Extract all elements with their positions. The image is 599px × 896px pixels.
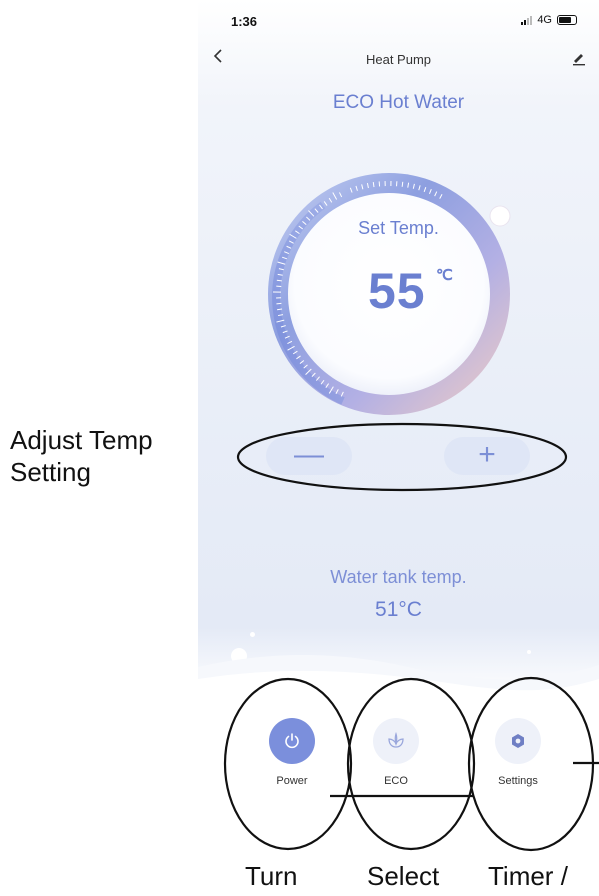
temp-buttons-highlight <box>236 422 568 492</box>
power-highlight <box>223 677 353 851</box>
annotation-overlay <box>223 422 599 852</box>
eco-highlight <box>346 677 476 851</box>
